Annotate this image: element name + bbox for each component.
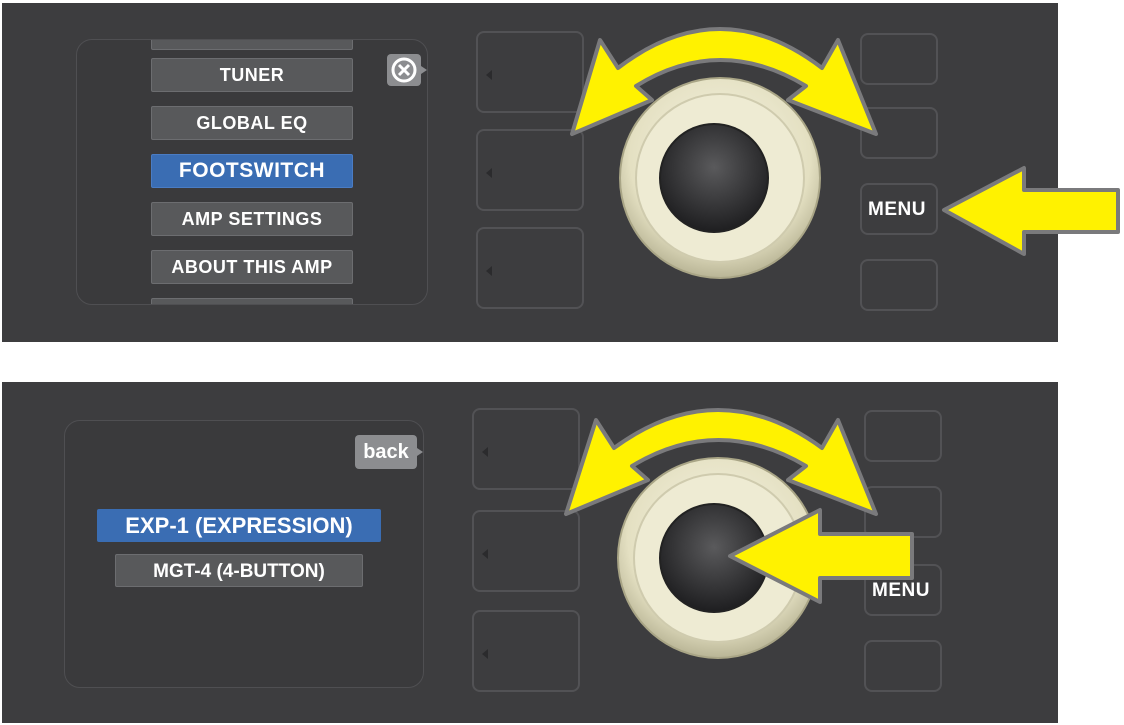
encoder-knob-icon[interactable] <box>619 77 821 279</box>
annotation-overlay <box>564 27 1120 659</box>
arrow-left-icon <box>942 166 1120 256</box>
